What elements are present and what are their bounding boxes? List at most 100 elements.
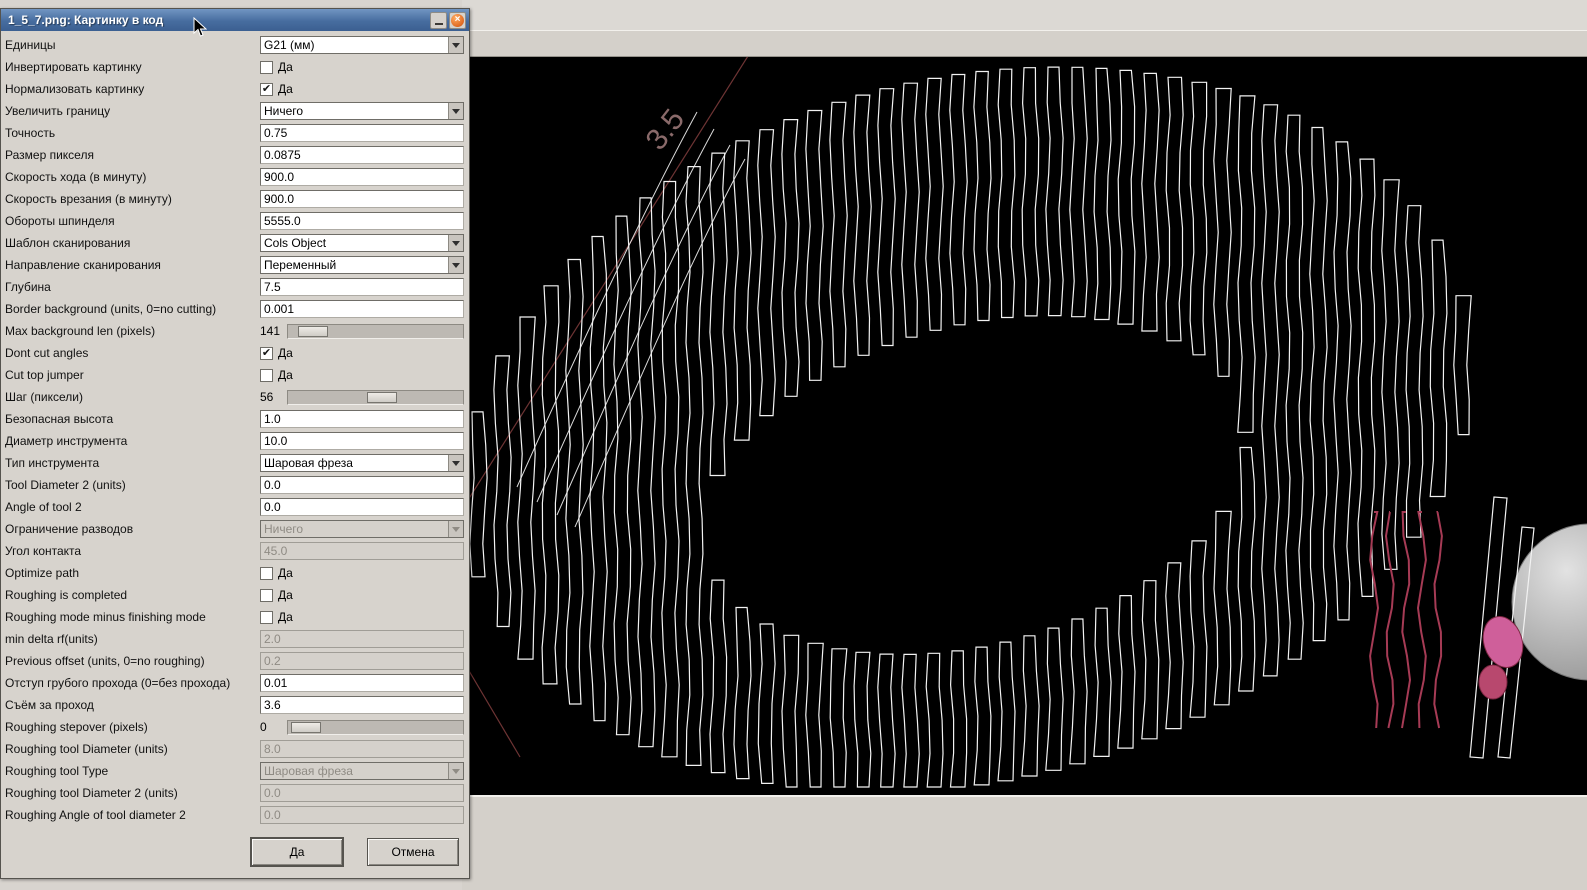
шаблон-сканирования-dropdown[interactable]: Cols Object xyxy=(260,234,464,252)
направление-сканирования-dropdown[interactable]: Переменный xyxy=(260,256,464,274)
param-label: Previous offset (units, 0=no roughing) xyxy=(5,654,205,668)
svg-text:3.5: 3.5 xyxy=(640,103,692,156)
row-roughing-angle-of-tool-diameter-2: Roughing Angle of tool diameter 2 xyxy=(1,804,469,826)
param-label: Шаблон сканирования xyxy=(5,236,131,250)
param-label: Угол контакта xyxy=(5,544,82,558)
скорость-хода-в-минуту-input[interactable] xyxy=(260,168,464,186)
cancel-button[interactable]: Отмена xyxy=(367,838,459,866)
param-label: Направление сканирования xyxy=(5,258,161,272)
param-label: Единицы xyxy=(5,38,56,52)
точность-input[interactable] xyxy=(260,124,464,142)
image-to-gcode-dialog: 1_5_7.png: Картинку в код × Единицы G21 (… xyxy=(0,8,470,879)
dropdown-value: Cols Object xyxy=(264,236,327,250)
roughing-angle-of-tool-diameter-2-input xyxy=(260,806,464,824)
app-window-top xyxy=(462,0,1587,30)
скорость-врезания-в-минуту-input[interactable] xyxy=(260,190,464,208)
slider-handle[interactable] xyxy=(298,325,328,337)
roughing-tool-diameter-2-units-input xyxy=(260,784,464,802)
param-label: Border background (units, 0=no cutting) xyxy=(5,302,217,316)
row-angle-of-tool-2: Angle of tool 2 xyxy=(1,496,469,518)
param-label: Увеличить границу xyxy=(5,104,111,118)
preview-canvas: 3.5 xyxy=(462,57,1587,795)
param-label: Диаметр инструмента xyxy=(5,434,128,448)
row-угол-контакта: Угол контакта xyxy=(1,540,469,562)
row-единицы: Единицы G21 (мм) xyxy=(1,34,469,56)
row-cut-top-jumper: Cut top jumper Да xyxy=(1,364,469,386)
row-dont-cut-angles: Dont cut angles ✔ Да xyxy=(1,342,469,364)
roughing-is-completed-checkbox[interactable] xyxy=(260,588,273,602)
param-label: Тип инструмента xyxy=(5,456,100,470)
обороты-шпинделя-input[interactable] xyxy=(260,212,464,230)
param-label: Размер пикселя xyxy=(5,148,94,162)
глубина-input[interactable] xyxy=(260,278,464,296)
row-диаметр-инструмента: Диаметр инструмента xyxy=(1,430,469,452)
row-roughing-tool-type: Roughing tool Type Шаровая фреза xyxy=(1,760,469,782)
checkbox-label: Да xyxy=(278,82,293,96)
param-label: Roughing mode minus finishing mode xyxy=(5,610,206,624)
dropdown-value: Ничего xyxy=(264,522,304,536)
max-background-len-pixels-slider[interactable] xyxy=(287,323,464,339)
param-label: Съём за проход xyxy=(5,698,94,712)
row-съём-за-проход: Съём за проход xyxy=(1,694,469,716)
param-label: Angle of tool 2 xyxy=(5,500,82,514)
param-label: Скорость хода (в минуту) xyxy=(5,170,147,184)
slider-value: 56 xyxy=(260,390,274,404)
slider-value: 0 xyxy=(260,720,267,734)
slider-handle[interactable] xyxy=(290,721,321,733)
единицы-dropdown[interactable]: G21 (мм) xyxy=(260,36,464,54)
отступ-грубого-прохода-0-без-прохода-input[interactable] xyxy=(260,674,464,692)
angle-of-tool-2-input[interactable] xyxy=(260,498,464,516)
размер-пикселя-input[interactable] xyxy=(260,146,464,164)
roughing-mode-minus-finishing-mode-checkbox[interactable] xyxy=(260,610,273,624)
row-min-delta-rf-units: min delta rf(units) xyxy=(1,628,469,650)
param-label: Cut top jumper xyxy=(5,368,84,382)
нормализовать-картинку-checkbox[interactable]: ✔ xyxy=(260,82,273,96)
minimize-icon xyxy=(434,22,443,25)
row-увеличить-границу: Увеличить границу Ничего xyxy=(1,100,469,122)
dropdown-value: Шаровая фреза xyxy=(264,764,353,778)
param-label: Roughing Angle of tool diameter 2 xyxy=(5,808,186,822)
row-безопасная-высота: Безопасная высота xyxy=(1,408,469,430)
param-label: min delta rf(units) xyxy=(5,632,98,646)
dropdown-value: G21 (мм) xyxy=(264,38,315,52)
row-размер-пикселя: Размер пикселя xyxy=(1,144,469,166)
checkbox-label: Да xyxy=(278,588,293,602)
съём-за-проход-input[interactable] xyxy=(260,696,464,714)
border-background-units-0-no-cutting-input[interactable] xyxy=(260,300,464,318)
row-направление-сканирования: Направление сканирования Переменный xyxy=(1,254,469,276)
roughing-tool-type-dropdown: Шаровая фреза xyxy=(260,762,464,780)
optimize-path-checkbox[interactable] xyxy=(260,566,273,580)
checkbox-label: Да xyxy=(278,368,293,382)
roughing-tool-diameter-units-input xyxy=(260,740,464,758)
parameter-rows: Единицы G21 (мм) Инвертировать картинку Да Н… xyxy=(1,34,469,826)
chevron-down-icon xyxy=(448,521,463,537)
row-roughing-tool-diameter-2-units: Roughing tool Diameter 2 (units) xyxy=(1,782,469,804)
dialog-titlebar[interactable]: 1_5_7.png: Картинку в код × xyxy=(1,9,469,31)
checkbox-label: Да xyxy=(278,346,293,360)
param-label: Optimize path xyxy=(5,566,80,580)
увеличить-границу-dropdown[interactable]: Ничего xyxy=(260,102,464,120)
cut-top-jumper-checkbox[interactable] xyxy=(260,368,273,382)
dont-cut-angles-checkbox[interactable]: ✔ xyxy=(260,346,273,360)
minimize-button[interactable] xyxy=(430,11,447,29)
dropdown-value: Переменный xyxy=(264,258,337,272)
ok-button[interactable]: Да xyxy=(251,838,343,866)
param-label: Обороты шпинделя xyxy=(5,214,115,228)
param-label: Roughing tool Diameter 2 (units) xyxy=(5,786,178,800)
row-отступ-грубого-прохода-0-без-прохода: Отступ грубого прохода (0=без прохода) xyxy=(1,672,469,694)
тип-инструмента-dropdown[interactable]: Шаровая фреза xyxy=(260,454,464,472)
checkbox-label: Да xyxy=(278,610,293,624)
диаметр-инструмента-input[interactable] xyxy=(260,432,464,450)
шаг-пиксели-slider[interactable] xyxy=(287,389,464,405)
tool-diameter-2-units-input[interactable] xyxy=(260,476,464,494)
slider-handle[interactable] xyxy=(366,391,397,403)
close-button[interactable]: × xyxy=(449,11,466,29)
row-точность: Точность xyxy=(1,122,469,144)
roughing-stepover-pixels-slider[interactable] xyxy=(287,719,464,735)
row-previous-offset-units-0-no-roughing: Previous offset (units, 0=no roughing) xyxy=(1,650,469,672)
инвертировать-картинку-checkbox[interactable] xyxy=(260,60,273,74)
param-label: Глубина xyxy=(5,280,51,294)
chevron-down-icon xyxy=(448,235,463,251)
безопасная-высота-input[interactable] xyxy=(260,410,464,428)
param-label: Нормализовать картинку xyxy=(5,82,145,96)
